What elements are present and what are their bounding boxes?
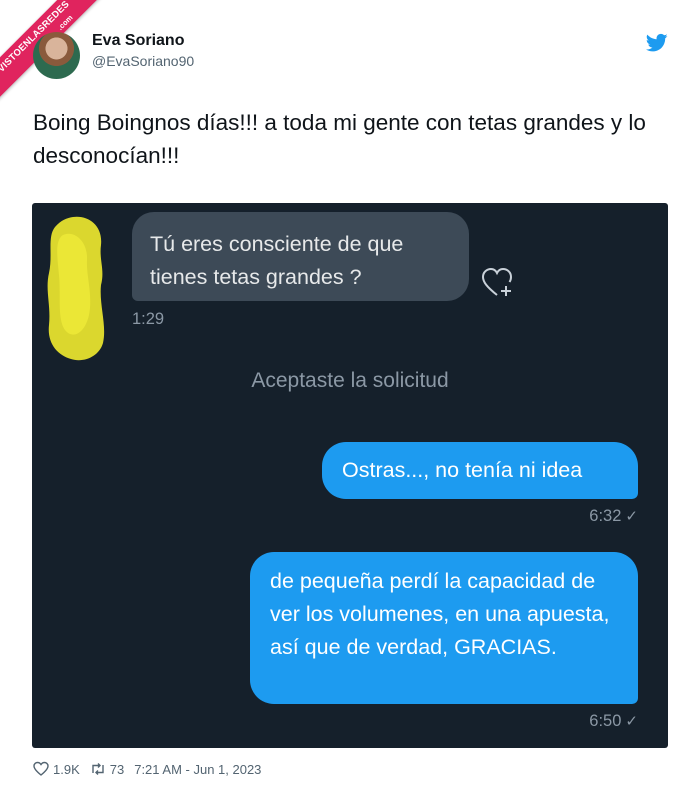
twitter-bird-icon[interactable]: [646, 33, 668, 53]
outgoing-time: 6:32 ✓: [589, 507, 638, 526]
tweet-timestamp[interactable]: 7:21 AM - Jun 1, 2023: [134, 762, 261, 777]
request-accepted-notice: Aceptaste la solicitud: [251, 369, 449, 392]
outgoing-time: 6:50 ✓: [589, 712, 638, 731]
message-time: 6:50: [589, 712, 622, 730]
outgoing-message[interactable]: de pequeña perdí la capacidad de ver los…: [250, 552, 638, 704]
author-name[interactable]: Eva Soriano: [92, 32, 184, 50]
censor-scribble: [47, 216, 105, 361]
sent-check-icon: ✓: [625, 713, 638, 730]
author-handle[interactable]: @EvaSoriano90: [92, 53, 194, 69]
outgoing-message[interactable]: Ostras..., no tenía ni idea: [322, 442, 638, 499]
heart-plus-icon[interactable]: [481, 267, 515, 299]
like-count[interactable]: 1.9K: [53, 762, 80, 777]
retweet-icon[interactable]: [90, 761, 106, 777]
incoming-message[interactable]: Tú eres consciente de que tienes tetas g…: [132, 212, 469, 301]
tweet-text: Boing Boingnos días!!! a toda mi gente c…: [33, 110, 646, 168]
tweet-card: VISTOENLASREDES .com Eva Soriano @EvaSor…: [0, 0, 700, 802]
message-time: 6:32: [589, 507, 622, 525]
avatar[interactable]: [33, 32, 80, 79]
incoming-time: 1:29: [132, 310, 165, 328]
tweet-stats: 1.9K 73 7:21 AM - Jun 1, 2023: [33, 761, 261, 777]
heart-icon[interactable]: [33, 761, 49, 777]
retweet-count[interactable]: 73: [110, 762, 124, 777]
sent-check-icon: ✓: [625, 508, 638, 525]
dm-screenshot: Tú eres consciente de que tienes tetas g…: [32, 203, 668, 748]
